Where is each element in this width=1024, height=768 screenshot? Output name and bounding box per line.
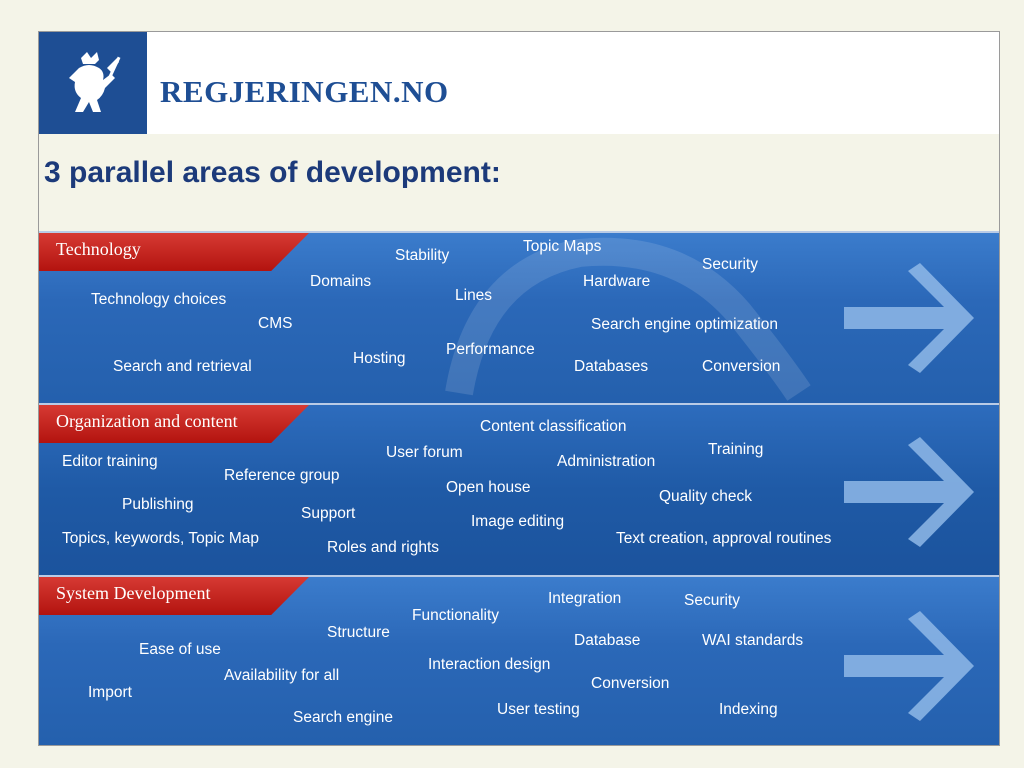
arrow-right-icon [844, 437, 974, 547]
term: Functionality [412, 607, 500, 624]
term: Integration [548, 590, 622, 607]
term: Security [684, 592, 740, 609]
term: Hardware [583, 273, 651, 290]
term: Stability [395, 247, 450, 264]
term: Availability for all [224, 667, 340, 684]
area-organization: Organization and content Content classif… [39, 403, 999, 575]
term: Conversion [702, 358, 781, 375]
term: User testing [497, 701, 580, 718]
logo [39, 32, 147, 134]
term: Lines [455, 287, 493, 304]
term: Support [301, 505, 356, 522]
term: Structure [327, 624, 390, 641]
term: Text creation, approval routines [616, 530, 832, 547]
term: Training [708, 441, 764, 458]
term: Topics, keywords, Topic Map [62, 530, 259, 547]
term: Reference group [224, 467, 340, 484]
term: Quality check [659, 488, 753, 505]
term: Domains [310, 273, 372, 290]
term: Security [702, 256, 758, 273]
term: Publishing [122, 496, 194, 513]
area-technology: Technology Topic Maps Stability Security… [39, 231, 999, 403]
header: REGJERINGEN.NO [39, 32, 999, 134]
term: Interaction design [428, 656, 551, 673]
term: Conversion [591, 675, 670, 692]
lion-crest-icon [69, 52, 121, 112]
term: Administration [557, 453, 656, 470]
area-title: Technology [56, 239, 141, 259]
term: Hosting [353, 350, 406, 367]
term: Search engine [293, 709, 393, 726]
term: Ease of use [139, 641, 221, 658]
page-title: 3 parallel areas of development: [44, 156, 501, 189]
slide: REGJERINGEN.NO 3 parallel areas of devel… [38, 31, 1000, 746]
term: Editor training [62, 453, 158, 470]
area-tab: Organization and content [39, 405, 309, 443]
area-system-development: System Development Integration Security … [39, 575, 999, 745]
term: CMS [258, 315, 293, 332]
arrow-right-icon [844, 263, 974, 373]
area-tab: System Development [39, 577, 309, 615]
area-title: System Development [56, 583, 211, 603]
term: Database [574, 632, 641, 649]
term: User forum [386, 444, 463, 461]
term: Search and retrieval [113, 358, 252, 375]
term: Image editing [471, 513, 565, 530]
brand-title: REGJERINGEN.NO [160, 74, 449, 109]
term: Open house [446, 479, 531, 496]
area-title: Organization and content [56, 411, 238, 431]
term: Indexing [719, 701, 778, 718]
term: Roles and rights [327, 539, 440, 556]
arrow-right-icon [844, 611, 974, 721]
term: Databases [574, 358, 649, 375]
term: Topic Maps [523, 238, 602, 255]
term: Content classification [480, 418, 627, 435]
term: WAI standards [702, 632, 804, 649]
term: Technology choices [91, 291, 227, 308]
area-tab: Technology [39, 233, 309, 271]
term: Performance [446, 341, 535, 358]
term: Search engine optimization [591, 316, 778, 333]
term: Import [88, 684, 132, 701]
